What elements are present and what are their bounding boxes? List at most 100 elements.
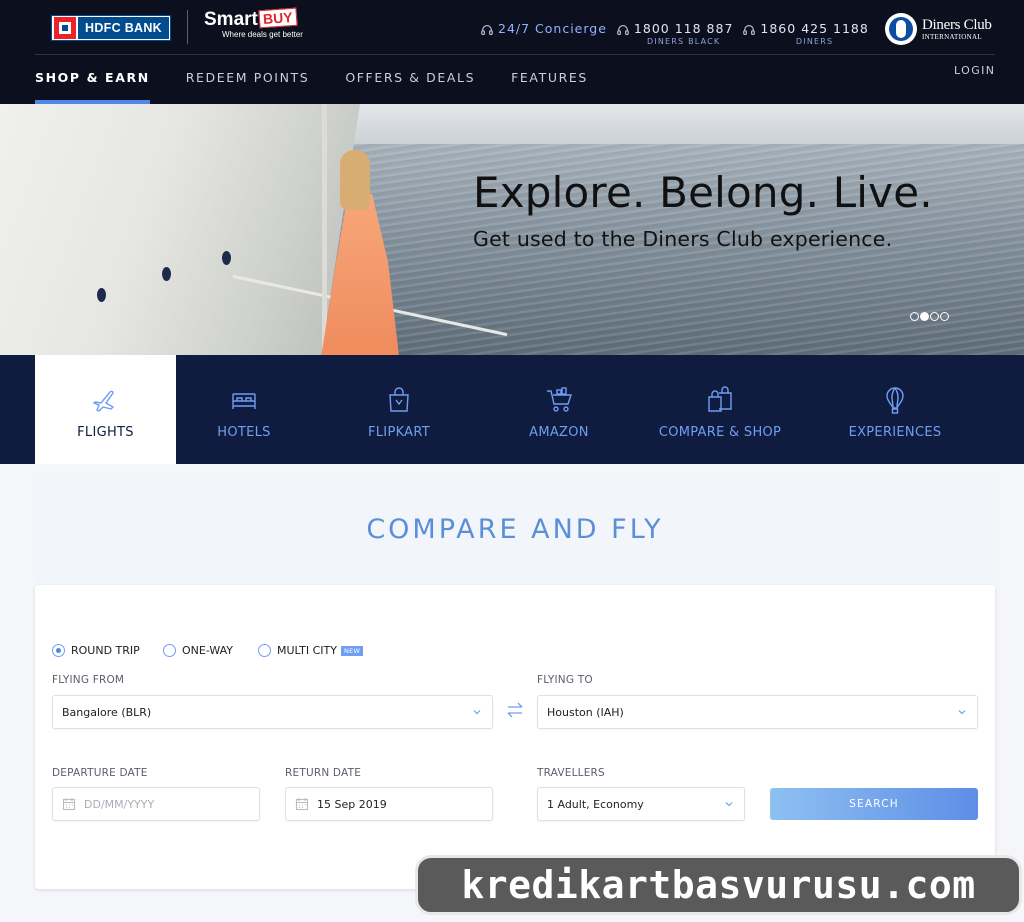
hdfc-mark-icon bbox=[54, 17, 76, 39]
login-link[interactable]: LOGIN bbox=[954, 64, 995, 77]
flying-to-select[interactable]: Houston (IAH) bbox=[537, 695, 978, 729]
carousel-dot-active[interactable] bbox=[920, 312, 929, 321]
chevron-down-icon bbox=[473, 710, 481, 715]
smartbuy-tagline: Where deals get better bbox=[222, 30, 303, 39]
tab-compare-shop[interactable]: COMPARE & SHOP bbox=[650, 355, 790, 464]
nav-redeem-points[interactable]: REDEEM POINTS bbox=[186, 70, 310, 104]
trip-type-label: ONE-WAY bbox=[182, 644, 234, 657]
tab-label: FLIPKART bbox=[367, 425, 430, 440]
flying-from-select[interactable]: Bangalore (BLR) bbox=[52, 695, 493, 729]
diners-wordmark-line1: Diners Club bbox=[922, 16, 992, 33]
tab-label: EXPERIENCES bbox=[848, 425, 942, 440]
swap-icon[interactable] bbox=[505, 700, 525, 720]
flying-from-value: Bangalore (BLR) bbox=[62, 705, 152, 719]
hero-subtitle: Get used to the Diners Club experience. bbox=[473, 227, 893, 251]
contact-sublabel: DINERS bbox=[795, 37, 834, 46]
hdfc-logo-text: HDFC BANK bbox=[78, 17, 169, 39]
hot-air-balloon-icon bbox=[886, 387, 904, 414]
watermark-banner: kredikartbasvurusu.com bbox=[415, 855, 1022, 915]
flying-to-label: FLYING TO bbox=[537, 674, 593, 686]
trip-type-label: MULTI CITY bbox=[277, 644, 337, 657]
logo-divider bbox=[187, 10, 188, 44]
plane-icon bbox=[92, 390, 114, 412]
return-date-label: RETURN DATE bbox=[285, 767, 362, 779]
departure-date-placeholder: DD/MM/YYYY bbox=[84, 797, 155, 811]
search-button[interactable]: SEARCH bbox=[770, 788, 978, 820]
hero-banner: Explore. Belong. Live. Get used to the D… bbox=[0, 104, 1024, 355]
return-date-value: 15 Sep 2019 bbox=[317, 797, 387, 811]
contact-value: 1800 118 887 bbox=[633, 21, 734, 36]
watermark-text: kredikartbasvurusu.com bbox=[461, 863, 976, 907]
section-title: COMPARE AND FLY bbox=[366, 514, 664, 545]
banner-woman-figure bbox=[300, 144, 420, 355]
sail-dot bbox=[97, 288, 106, 302]
trip-one-way[interactable]: ONE-WAY bbox=[163, 644, 233, 657]
radio-icon[interactable] bbox=[163, 644, 176, 657]
carousel-dots bbox=[910, 312, 950, 321]
diners-club-mark-icon bbox=[885, 13, 917, 45]
diners-club-logo[interactable]: Diners Club INTERNATIONAL bbox=[885, 13, 1000, 45]
radio-selected-icon[interactable] bbox=[52, 644, 65, 657]
header-divider bbox=[35, 54, 995, 55]
contact-value: 1860 425 1188 bbox=[760, 21, 869, 36]
contact-concierge[interactable]: 24/7 Concierge bbox=[480, 21, 607, 51]
hdfc-bank-logo[interactable]: HDFC BANK bbox=[51, 15, 171, 41]
bed-icon bbox=[232, 393, 256, 409]
nav-offers-deals[interactable]: OFFERS & DEALS bbox=[345, 70, 475, 104]
tab-hotels[interactable]: HOTELS bbox=[176, 355, 312, 464]
contact-diners-black[interactable]: 1800 118 887 DINERS BLACK bbox=[616, 21, 733, 51]
travellers-select[interactable]: 1 Adult, Economy bbox=[537, 787, 745, 821]
diners-club-wordmark: Diners Club INTERNATIONAL bbox=[922, 16, 992, 41]
cart-icon bbox=[547, 387, 572, 412]
carousel-dot[interactable] bbox=[940, 312, 949, 321]
compare-bags-icon bbox=[708, 386, 732, 412]
smartbuy-logo[interactable]: Smart BUY Where deals get better bbox=[204, 7, 334, 43]
tab-flights[interactable]: FLIGHTS bbox=[35, 355, 176, 464]
woman-hair bbox=[340, 150, 370, 210]
smartbuy-wordmark: Smart BUY bbox=[204, 7, 334, 31]
contact-strip: 24/7 Concierge 1800 118 887 DINERS BLACK… bbox=[480, 21, 878, 51]
nav-shop-earn[interactable]: SHOP & EARN bbox=[35, 70, 150, 104]
tab-flipkart[interactable]: FLIPKART bbox=[337, 355, 461, 464]
diners-wordmark-line2: INTERNATIONAL bbox=[922, 32, 982, 41]
nav-features[interactable]: FEATURES bbox=[511, 70, 588, 104]
compare-section: COMPARE AND FLY bbox=[35, 476, 995, 586]
chevron-down-icon bbox=[958, 710, 966, 715]
main-nav: SHOP & EARN REDEEM POINTS OFFERS & DEALS… bbox=[35, 70, 624, 104]
contact-value: 24/7 Concierge bbox=[498, 21, 607, 36]
flying-from-label: FLYING FROM bbox=[52, 674, 125, 686]
headset-icon bbox=[617, 25, 629, 35]
contact-diners[interactable]: 1860 425 1188 DINERS bbox=[742, 21, 868, 51]
shopping-bag-icon bbox=[389, 387, 409, 412]
tab-label: HOTELS bbox=[217, 425, 271, 440]
carousel-dot[interactable] bbox=[930, 312, 939, 321]
trip-multi-city[interactable]: MULTI CITY NEW bbox=[258, 644, 364, 657]
trip-type-label: ROUND TRIP bbox=[71, 644, 140, 657]
sail-dot bbox=[222, 251, 231, 265]
travellers-value: 1 Adult, Economy bbox=[547, 797, 644, 811]
return-date-input[interactable]: 15 Sep 2019 bbox=[285, 787, 493, 821]
new-badge: NEW bbox=[340, 645, 364, 656]
headset-icon bbox=[481, 25, 493, 35]
tab-label: FLIGHTS bbox=[77, 425, 134, 440]
departure-date-input[interactable]: DD/MM/YYYY bbox=[52, 787, 260, 821]
tab-experiences[interactable]: EXPERIENCES bbox=[830, 355, 960, 464]
travellers-label: TRAVELLERS bbox=[537, 767, 605, 779]
chevron-down-icon bbox=[725, 802, 733, 807]
radio-icon[interactable] bbox=[258, 644, 271, 657]
sail-dot bbox=[162, 267, 171, 281]
tab-label: AMAZON bbox=[529, 425, 589, 440]
tab-amazon[interactable]: AMAZON bbox=[497, 355, 621, 464]
hero-title: Explore. Belong. Live. bbox=[473, 168, 933, 217]
smartbuy-buy-badge: BUY bbox=[258, 7, 298, 29]
flight-search-form: ROUND TRIP ONE-WAY MULTI CITY NEW FLYING… bbox=[35, 585, 995, 889]
calendar-icon bbox=[295, 798, 309, 811]
contact-sublabel: DINERS BLACK bbox=[646, 37, 721, 46]
flying-to-value: Houston (IAH) bbox=[547, 705, 624, 719]
smartbuy-name-text: Smart bbox=[204, 9, 258, 30]
headset-icon bbox=[743, 25, 756, 35]
top-header: HDFC BANK Smart BUY Where deals get bette… bbox=[0, 0, 1024, 104]
tab-label: COMPARE & SHOP bbox=[658, 425, 782, 440]
trip-round-trip[interactable]: ROUND TRIP bbox=[52, 644, 140, 657]
carousel-dot[interactable] bbox=[910, 312, 919, 321]
